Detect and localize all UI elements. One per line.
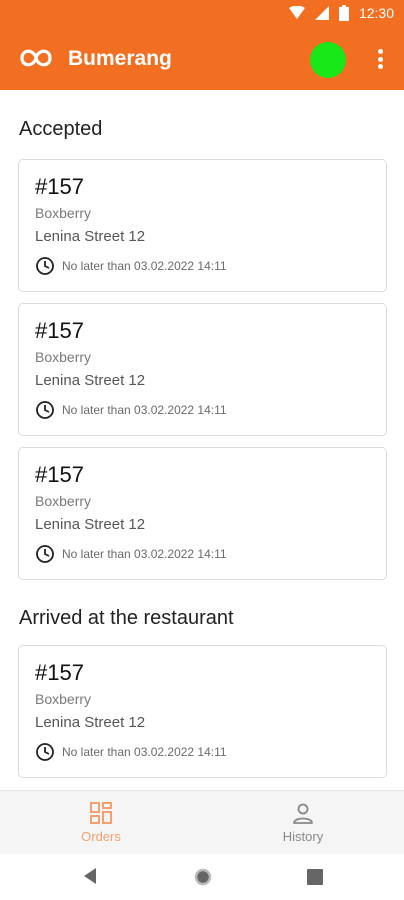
- bottom-nav: Orders History: [0, 790, 404, 854]
- order-card[interactable]: #157 Boxberry Lenina Street 12 No later …: [18, 303, 387, 436]
- order-restaurant: Boxberry: [35, 493, 92, 509]
- order-deadline-text: No later than 03.02.2022 14:11: [62, 403, 227, 417]
- orders-list: Accepted #157 Boxberry Lenina Street 12 …: [0, 90, 404, 790]
- signal-icon: [314, 6, 329, 20]
- order-number: #157: [35, 660, 84, 685]
- order-address: Lenina Street 12: [35, 228, 146, 245]
- order-card[interactable]: #157 Boxberry Lenina Street 12 No later …: [18, 645, 387, 778]
- nav-label-history: History: [282, 829, 324, 844]
- order-number: #157: [35, 318, 84, 343]
- order-deadline: No later than 03.02.2022 14:11: [35, 742, 227, 762]
- order-deadline-text: No later than 03.02.2022 14:11: [62, 745, 227, 759]
- clock-icon: [36, 545, 54, 563]
- order-address: Lenina Street 12: [35, 714, 146, 731]
- app-bar: Bumerang: [0, 28, 404, 90]
- online-status-indicator[interactable]: [310, 42, 346, 78]
- order-deadline: No later than 03.02.2022 14:11: [35, 544, 227, 564]
- boomerang-logo-icon: [20, 49, 52, 67]
- order-restaurant: Boxberry: [35, 691, 92, 707]
- back-icon[interactable]: [82, 867, 98, 885]
- order-deadline-text: No later than 03.02.2022 14:11: [62, 259, 227, 273]
- order-number: #157: [35, 174, 84, 199]
- system-nav-bar: [0, 854, 404, 900]
- wifi-icon: [288, 6, 305, 19]
- recents-icon[interactable]: [307, 869, 323, 885]
- order-deadline-text: No later than 03.02.2022 14:11: [62, 547, 227, 561]
- order-restaurant: Boxberry: [35, 205, 92, 221]
- app-title: Bumerang: [68, 47, 172, 70]
- order-deadline: No later than 03.02.2022 14:11: [35, 400, 227, 420]
- order-address: Lenina Street 12: [35, 372, 146, 389]
- overflow-menu-button[interactable]: [368, 46, 392, 72]
- orders-grid-icon: [90, 802, 112, 824]
- order-deadline: No later than 03.02.2022 14:11: [35, 256, 227, 276]
- order-address: Lenina Street 12: [35, 516, 146, 533]
- clock-icon: [36, 257, 54, 275]
- nav-item-orders[interactable]: Orders: [0, 791, 202, 855]
- nav-item-history[interactable]: History: [202, 791, 404, 855]
- status-time: 12:30: [358, 5, 394, 21]
- menu-dot-icon: [377, 56, 383, 62]
- order-restaurant: Boxberry: [35, 349, 92, 365]
- section-title-arrived: Arrived at the restaurant: [19, 607, 234, 629]
- order-card[interactable]: #157 Boxberry Lenina Street 12 No later …: [18, 159, 387, 292]
- status-bar: 12:30: [0, 0, 404, 28]
- section-title-accepted: Accepted: [19, 118, 103, 140]
- order-number: #157: [35, 462, 84, 487]
- menu-dot-icon: [377, 64, 383, 69]
- home-icon[interactable]: [193, 867, 213, 887]
- person-icon: [293, 803, 313, 824]
- clock-icon: [36, 401, 54, 419]
- nav-label-orders: Orders: [81, 829, 121, 844]
- battery-icon: [338, 5, 349, 21]
- menu-dot-icon: [377, 49, 383, 54]
- order-card[interactable]: #157 Boxberry Lenina Street 12 No later …: [18, 447, 387, 580]
- clock-icon: [36, 743, 54, 761]
